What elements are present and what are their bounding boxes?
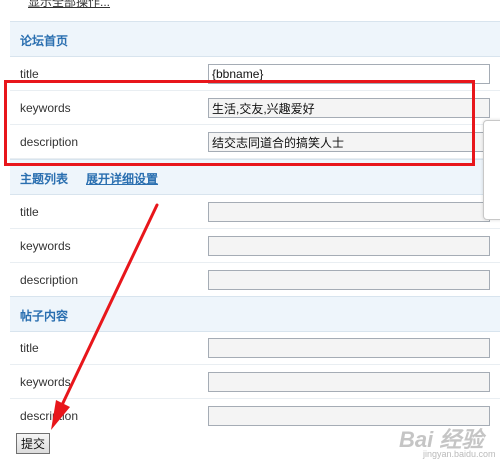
section-header-thread-list: 主题列表 展开详细设置 [10, 159, 500, 195]
submit-button[interactable]: 提交 [16, 433, 50, 454]
row-label: title [20, 205, 39, 219]
thread-list-description-row: description [10, 263, 500, 297]
row-label: description [20, 135, 79, 149]
expand-settings-link[interactable]: 展开详细设置 [86, 170, 158, 187]
forum-home-description-row: description [10, 125, 500, 159]
thread-list-title-row: title [10, 195, 500, 229]
post-content-title-row: title [10, 331, 500, 365]
post-content-description-row: description [10, 399, 500, 433]
forum-home-title-row: title [10, 57, 500, 91]
section-header-forum-home: 论坛首页 [10, 21, 500, 57]
section-title-thread-list: 主题列表 [20, 172, 69, 186]
forum-home-title-input[interactable] [208, 64, 490, 84]
show-all-operations-link[interactable]: 显示全部操作... [28, 0, 110, 10]
forum-home-description-input[interactable] [208, 132, 490, 152]
side-popup-edge [483, 120, 500, 220]
section-title-forum-home: 论坛首页 [20, 34, 69, 48]
section-header-post-content: 帖子内容 [10, 296, 500, 332]
row-label: keywords [20, 239, 71, 253]
row-label: keywords [20, 101, 71, 115]
thread-list-keywords-input[interactable] [208, 236, 490, 256]
row-label: title [20, 67, 39, 81]
post-content-keywords-input[interactable] [208, 372, 490, 392]
post-content-keywords-row: keywords [10, 365, 500, 399]
row-label: description [20, 273, 79, 287]
thread-list-keywords-row: keywords [10, 229, 500, 263]
section-title-post-content: 帖子内容 [20, 309, 69, 323]
post-content-title-input[interactable] [208, 338, 490, 358]
post-content-description-input[interactable] [208, 406, 490, 426]
thread-list-description-input[interactable] [208, 270, 490, 290]
row-label: description [20, 409, 79, 423]
watermark-url: jingyan.baidu.com [423, 449, 496, 459]
forum-home-keywords-row: keywords [10, 91, 500, 125]
thread-list-title-input[interactable] [208, 202, 490, 222]
row-label: keywords [20, 375, 71, 389]
row-label: title [20, 341, 39, 355]
forum-home-keywords-input[interactable] [208, 98, 490, 118]
